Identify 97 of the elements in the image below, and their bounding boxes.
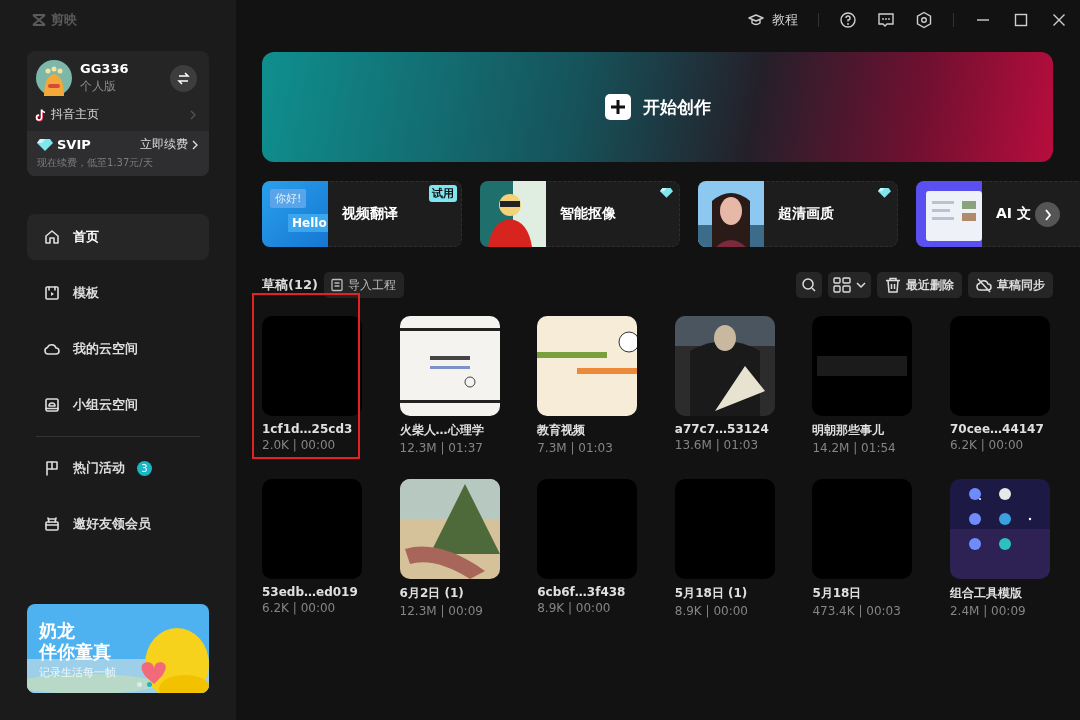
home-icon — [43, 228, 61, 246]
nav-item[interactable]: 小组云空间 — [27, 382, 209, 428]
template-icon — [43, 284, 61, 302]
banner-title: 奶龙 — [39, 620, 76, 641]
draft-title: 5月18日 — [812, 585, 863, 602]
draft-info: 473.4K | 00:03 — [812, 604, 902, 618]
draft-info: 12.3M | 01:37 — [399, 441, 484, 455]
flag-icon — [43, 459, 61, 477]
draft-info: 6.2K | 00:00 — [949, 438, 1025, 452]
draft-info: 13.6M | 01:03 — [674, 438, 760, 452]
avatar — [36, 60, 72, 96]
tool-label: AI 文 — [996, 205, 1031, 223]
nav-item[interactable]: 模板 — [27, 270, 209, 316]
music-note-icon — [35, 107, 47, 122]
document-illustration — [916, 180, 982, 247]
app-name: 剪映 — [51, 11, 77, 29]
drafts-title: 草稿(12) — [262, 276, 318, 294]
nav-label: 小组云空间 — [73, 396, 138, 414]
settings-icon[interactable] — [915, 11, 933, 29]
nav-label: 模板 — [73, 284, 99, 302]
help-icon[interactable] — [839, 11, 857, 29]
nav-label: 邀好友领会员 — [73, 515, 151, 533]
maximize-icon[interactable] — [1012, 11, 1030, 29]
draft-info: 6.2K | 00:00 — [262, 601, 337, 615]
tool-card[interactable]: 智能抠像 — [480, 181, 680, 247]
plan-label: 个人版 — [80, 78, 117, 95]
plus-icon — [604, 94, 631, 120]
message-icon[interactable] — [877, 11, 895, 29]
nav-item[interactable]: 热门活动 3 — [27, 445, 209, 491]
import-project-button[interactable]: 导入工程 — [324, 272, 404, 298]
sync-button[interactable]: 草稿同步 — [968, 272, 1053, 298]
trash-icon — [885, 277, 901, 293]
carousel-dot[interactable] — [147, 682, 152, 687]
view-toggle-button[interactable] — [828, 272, 871, 298]
gift-icon — [43, 515, 61, 533]
draft-title: 53edb…ed019 — [262, 585, 359, 599]
draft-info: 8.9K | 00:00 — [537, 601, 612, 615]
tool-label: 超清画质 — [778, 205, 834, 223]
nav-item[interactable]: 首页 — [27, 214, 209, 260]
nav-label: 我的云空间 — [73, 340, 138, 358]
draft-info: 7.3M | 01:03 — [537, 441, 614, 455]
draft-title: 1cf1d…25cd3 — [262, 422, 354, 436]
draft-info: 14.2M | 01:54 — [812, 441, 897, 455]
draft-title: 70cee…44147 — [949, 422, 1045, 436]
draft-title: 组合工具模版 — [949, 585, 1023, 602]
carousel-dot[interactable] — [137, 682, 142, 687]
diamond-icon — [660, 187, 673, 198]
renew-button[interactable]: 立即续费 — [140, 136, 199, 153]
draft-info: 12.3M | 00:09 — [399, 604, 484, 618]
caret-icon — [856, 281, 866, 289]
logo-icon — [31, 12, 47, 28]
tool-card[interactable]: AI 文 — [916, 181, 1080, 247]
nav-label: 热门活动 — [73, 459, 125, 477]
draft-info: 2.0K | 00:00 — [262, 438, 337, 452]
switch-account-button[interactable] — [170, 64, 197, 92]
tool-label: 视频翻译 — [342, 205, 398, 223]
banner-title: 伴你童真 — [39, 641, 112, 662]
chevron-right-icon — [1042, 208, 1053, 221]
create-button[interactable]: 开始创作 — [262, 52, 1053, 162]
grid-view-icon — [833, 277, 851, 293]
nav-label: 首页 — [73, 228, 99, 246]
search-icon — [801, 277, 817, 293]
recently-deleted-button[interactable]: 最近删除 — [877, 272, 962, 298]
tool-card[interactable]: 你好! Hello 视频翻译 试用 — [262, 181, 462, 247]
draft-title: 5月18日 (1) — [674, 585, 749, 602]
count-badge: 3 — [137, 460, 152, 476]
draft-title: a77c7…53124 — [674, 422, 770, 436]
douyin-link[interactable]: 抖音主页 — [51, 106, 185, 123]
draft-info: 2.4M | 00:09 — [949, 604, 1027, 618]
team-icon — [43, 396, 61, 414]
diamond-icon — [37, 138, 53, 151]
cloud-off-icon — [976, 277, 992, 293]
chevron-right-icon — [191, 139, 199, 150]
diamond-icon — [878, 187, 891, 198]
hello-label: Hello — [288, 213, 328, 232]
draft-title: 6月2日 (1) — [399, 585, 465, 602]
vip-note: 现在续费，低至1.37元/天 — [37, 156, 154, 170]
nav-item[interactable]: 我的云空间 — [27, 326, 209, 372]
tool-label: 智能抠像 — [560, 205, 616, 223]
document-icon — [330, 278, 344, 292]
draft-title: 6cb6f…3f438 — [537, 585, 627, 599]
username: GG336 — [80, 61, 130, 76]
draft-info: 8.9K | 00:00 — [674, 604, 749, 618]
greeting-bubble: 你好! — [270, 188, 307, 208]
tool-card[interactable]: 超清画质 — [698, 181, 898, 247]
draft-title: 明朝那些事儿 — [812, 422, 886, 439]
draft-title: 火柴人…心理学 — [399, 422, 485, 439]
vip-label: SVIP — [57, 137, 92, 152]
draft-thumbnail[interactable] — [262, 316, 362, 416]
swap-icon — [176, 70, 191, 86]
nav-item[interactable]: 邀好友领会员 — [27, 501, 209, 547]
chevron-right-icon — [189, 109, 197, 120]
search-button[interactable] — [796, 272, 822, 298]
trial-tag: 试用 — [429, 185, 457, 202]
draft-title: 教育视频 — [537, 422, 587, 439]
graduation-cap-icon — [748, 12, 764, 28]
tutorial-button[interactable]: 教程 — [748, 11, 798, 29]
